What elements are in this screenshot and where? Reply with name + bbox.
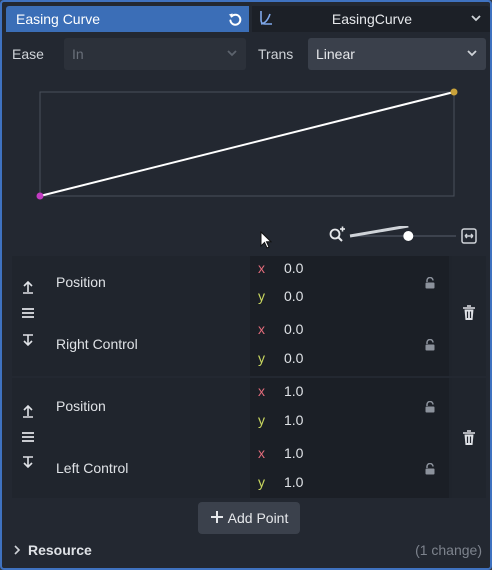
control-label: Right Control (56, 336, 138, 352)
property-header: Easing Curve EasingCurve (6, 6, 490, 32)
move-up-icon[interactable] (21, 404, 35, 418)
position-x-field[interactable]: x 1.0 (258, 379, 443, 403)
unlock-icon[interactable] (424, 277, 436, 289)
delete-column (452, 378, 486, 498)
unlock-icon[interactable] (424, 463, 436, 475)
control-y-value: 0.0 (284, 350, 304, 366)
position-y-field[interactable]: y 0.0 (258, 284, 443, 308)
trans-select[interactable]: Linear (308, 38, 486, 70)
resource-name: EasingCurve (331, 11, 413, 27)
position-x-field[interactable]: x 0.0 (258, 256, 443, 280)
point-values: x 1.0 y 1.0 x 1.0 y 1.0 (250, 378, 449, 498)
chevron-down-icon (466, 46, 478, 62)
chevron-right-icon (12, 542, 22, 558)
resource-picker[interactable]: EasingCurve (252, 6, 490, 32)
position-x-value: 0.0 (284, 260, 304, 276)
control-x-value: 1.0 (284, 445, 304, 461)
curve-line (39, 91, 455, 197)
control-label: Left Control (56, 460, 129, 476)
move-down-icon[interactable] (21, 456, 35, 470)
position-x-value: 1.0 (284, 383, 304, 399)
inspector-panel: Easing Curve EasingCurve Ease In Trans L… (0, 0, 492, 570)
property-name-bar[interactable]: Easing Curve (6, 6, 249, 32)
drag-handle-icon[interactable] (21, 306, 35, 320)
fit-view-icon[interactable] (461, 228, 477, 244)
x-axis-label: x (258, 445, 265, 461)
mouse-cursor-icon (260, 231, 273, 249)
drag-handle-icon[interactable] (21, 430, 35, 444)
curve-editor[interactable] (12, 74, 486, 222)
y-axis-label: y (258, 412, 265, 428)
point-row: Position Right Control x 0.0 y 0.0 x 0.0… (12, 256, 486, 376)
add-point-label: Add Point (227, 510, 289, 526)
position-y-field[interactable]: y 1.0 (258, 408, 443, 432)
trash-icon[interactable] (462, 305, 476, 321)
zoom-controls (328, 224, 482, 246)
ease-value: In (72, 46, 84, 62)
point-controls (12, 256, 42, 376)
move-down-icon[interactable] (21, 334, 35, 348)
position-y-value: 0.0 (284, 288, 304, 304)
plus-icon (210, 510, 224, 527)
y-axis-label: y (258, 474, 265, 490)
trash-icon[interactable] (462, 430, 476, 446)
control-x-field[interactable]: x 0.0 (258, 317, 443, 341)
curve-end-point (450, 88, 458, 96)
ease-trans-row: Ease In Trans Linear (12, 38, 486, 70)
point-values: x 0.0 y 0.0 x 0.0 y 0.0 (250, 256, 449, 376)
position-label: Position (56, 274, 106, 290)
zoom-in-icon[interactable] (329, 226, 346, 242)
move-up-icon[interactable] (21, 280, 35, 294)
y-axis-label: y (258, 288, 265, 304)
x-axis-label: x (258, 321, 265, 337)
zoom-slider[interactable] (349, 224, 456, 241)
property-name: Easing Curve (16, 11, 101, 27)
revert-icon[interactable] (227, 11, 243, 27)
zoom-slider-grabber (403, 231, 414, 241)
resource-section[interactable]: Resource (1 change) (12, 539, 482, 561)
curve-start-point (36, 192, 44, 200)
control-x-field[interactable]: x 1.0 (258, 441, 443, 465)
x-axis-label: x (258, 260, 265, 276)
y-axis-label: y (258, 350, 265, 366)
chevron-down-icon (470, 11, 482, 27)
add-point-button[interactable]: Add Point (198, 502, 300, 534)
x-axis-label: x (258, 383, 265, 399)
control-y-value: 1.0 (284, 474, 304, 490)
delete-column (452, 256, 486, 376)
point-controls (12, 378, 42, 498)
position-label: Position (56, 398, 106, 414)
unlock-icon[interactable] (424, 401, 436, 413)
ease-select[interactable]: In (64, 38, 246, 70)
point-row: Position Left Control x 1.0 y 1.0 x 1.0 … (12, 378, 486, 498)
point-labels: Position Right Control (42, 256, 250, 376)
control-y-field[interactable]: y 0.0 (258, 346, 443, 370)
point-labels: Position Left Control (42, 378, 250, 498)
control-x-value: 0.0 (284, 321, 304, 337)
position-y-value: 1.0 (284, 412, 304, 428)
unlock-icon[interactable] (424, 339, 436, 351)
trans-value: Linear (316, 46, 355, 62)
change-count: (1 change) (415, 542, 482, 558)
curve-resource-icon (258, 10, 274, 29)
control-y-field[interactable]: y 1.0 (258, 470, 443, 494)
trans-label: Trans (258, 46, 294, 62)
chevron-down-icon (226, 46, 238, 62)
ease-label: Ease (12, 46, 44, 62)
resource-label: Resource (28, 542, 92, 558)
